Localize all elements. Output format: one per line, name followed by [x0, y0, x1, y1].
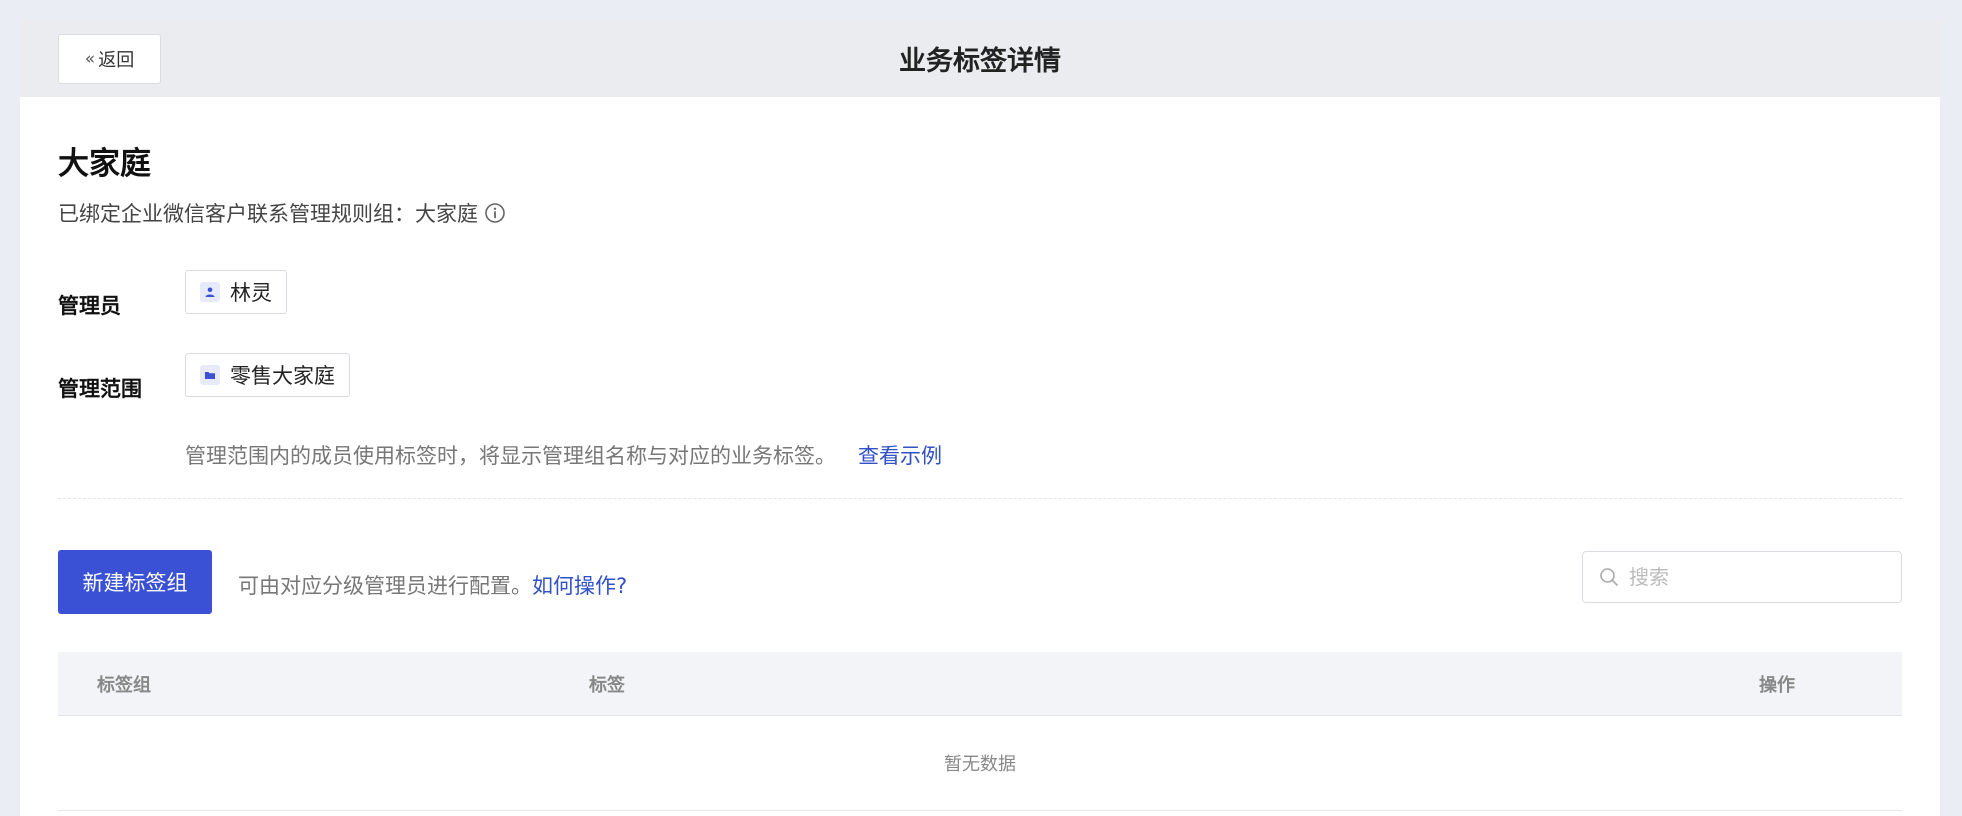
folder-icon: [200, 365, 220, 385]
section-divider: [58, 498, 1902, 499]
top-bar: 业务标签详情 « 返回: [20, 20, 1940, 97]
view-example-link[interactable]: 查看示例: [858, 444, 942, 468]
scope-description-text: 管理范围内的成员使用标签时，将显示管理组名称与对应的业务标签。: [185, 444, 836, 468]
column-header-tags: 标签: [589, 675, 625, 696]
search-box[interactable]: [1582, 551, 1902, 603]
table-empty-state: 暂无数据: [58, 716, 1902, 811]
admin-label: 管理员: [58, 294, 121, 318]
how-to-link[interactable]: 如何操作?: [532, 574, 627, 598]
info-icon[interactable]: [484, 202, 506, 224]
back-button-label: 返回: [98, 50, 135, 71]
column-header-actions: 操作: [1759, 675, 1795, 696]
business-name: 大家庭: [58, 146, 151, 182]
table-header: 标签组 标签 操作: [58, 652, 1902, 716]
config-hint: 可由对应分级管理员进行配置。如何操作?: [238, 570, 627, 600]
search-input[interactable]: [1629, 565, 1879, 589]
scope-label: 管理范围: [58, 377, 142, 401]
scope-chip[interactable]: 零售大家庭: [185, 353, 350, 397]
detail-card: 业务标签详情 « 返回 大家庭 已绑定企业微信客户联系管理规则组：大家庭 管理员…: [20, 20, 1940, 816]
bind-info-text: 已绑定企业微信客户联系管理规则组：大家庭: [58, 202, 478, 226]
scope-description: 管理范围内的成员使用标签时，将显示管理组名称与对应的业务标签。 查看示例: [185, 440, 942, 470]
column-header-tag-group: 标签组: [97, 675, 151, 696]
bind-info: 已绑定企业微信客户联系管理规则组：大家庭: [58, 198, 506, 228]
config-hint-text: 可由对应分级管理员进行配置。: [238, 574, 532, 598]
back-button[interactable]: « 返回: [58, 34, 161, 84]
admin-chip[interactable]: 林灵: [185, 270, 287, 314]
user-icon: [200, 282, 220, 302]
search-icon: [1599, 567, 1619, 587]
double-chevron-left-icon: «: [84, 49, 96, 69]
new-tag-group-button[interactable]: 新建标签组: [58, 550, 212, 614]
page-title: 业务标签详情: [899, 46, 1061, 77]
scope-name: 零售大家庭: [230, 364, 335, 388]
admin-name: 林灵: [230, 281, 272, 305]
